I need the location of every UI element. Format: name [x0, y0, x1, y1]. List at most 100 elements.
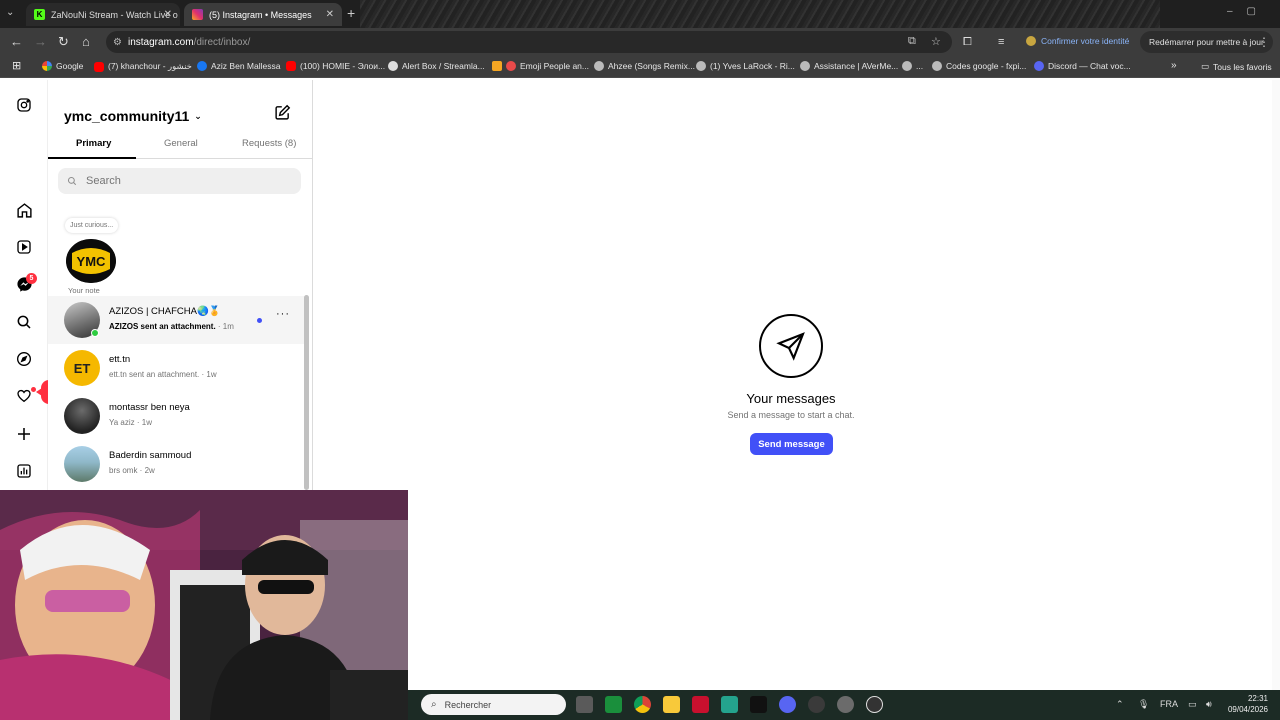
tray-chevron-icon[interactable]: ⌃ [1116, 699, 1124, 710]
globe-icon [594, 61, 604, 71]
your-note-label: Your note [68, 286, 100, 295]
restart-update-button[interactable]: Redémarrer pour mettre à jour [1140, 31, 1273, 53]
more-bookmarks-icon[interactable]: » [1171, 60, 1177, 71]
more-options-icon[interactable]: ··· [276, 308, 290, 320]
bookmark-star-icon[interactable]: ☆ [931, 35, 941, 48]
new-tab-icon[interactable]: + [347, 5, 355, 21]
network-icon[interactable]: ▭ [1188, 699, 1197, 710]
file-explorer-icon[interactable] [663, 696, 680, 713]
conversation-name: AZIZOS | CHAFCHA🌏🏅 [109, 306, 221, 317]
bookmark-emoji[interactable]: Emoji People an... [492, 61, 589, 71]
instagram-favicon-icon [192, 9, 203, 20]
page-scrollbar[interactable] [1272, 80, 1280, 690]
explore-compass-icon[interactable] [14, 349, 34, 369]
extensions-icon[interactable]: ⧠ [963, 34, 972, 50]
webcam-overlay [0, 490, 408, 720]
note-bubble[interactable]: Just curious... [65, 218, 119, 233]
online-status-dot [91, 329, 99, 337]
bookmark-ahzee[interactable]: Ahzee (Songs Remix... [594, 61, 695, 71]
acrobat-icon[interactable] [692, 696, 709, 713]
taskbar-search-placeholder: Rechercher [444, 699, 492, 710]
bookmark-streamlabs[interactable]: Alert Box / Streamla... [388, 61, 485, 71]
discord-icon[interactable] [779, 696, 796, 713]
settings-gear-icon[interactable] [837, 696, 854, 713]
close-tab-icon[interactable]: ✕ [326, 9, 334, 20]
tab-primary[interactable]: Primary [76, 138, 111, 149]
folder-icon: ▭ [1201, 61, 1210, 71]
chrome-icon[interactable] [634, 696, 651, 713]
install-app-icon[interactable]: ⧉ [908, 35, 916, 48]
conversation-name: montassr ben neya [109, 402, 190, 413]
active-tab-underline [48, 157, 136, 159]
language-indicator[interactable]: FRA [1160, 699, 1178, 709]
search-box[interactable] [58, 168, 301, 194]
inbox-scrollbar[interactable] [304, 295, 309, 490]
steam-icon[interactable] [750, 696, 767, 713]
tab-strip-background [360, 0, 1160, 28]
search-input[interactable] [86, 175, 276, 187]
back-arrow-icon[interactable]: ← [10, 34, 23, 50]
search-icon [67, 176, 77, 186]
profile-identity-prompt[interactable]: Confirmer votre identité [1026, 36, 1129, 46]
apps-grid-icon[interactable]: ⊞ [12, 59, 21, 72]
system-clock[interactable]: 22:31 09/04/2026 [1228, 693, 1268, 715]
instagram-logo-icon[interactable] [14, 95, 34, 115]
conversation-item[interactable]: AZIZOS | CHAFCHA🌏🏅 AZIZOS sent an attach… [48, 296, 306, 344]
clock-time: 22:31 [1247, 694, 1268, 703]
tab-title: ZaNouNi Stream - Watch Live o [51, 9, 178, 20]
browser-tab-strip: ⌄ K ZaNouNi Stream - Watch Live o ✕ (5) … [0, 0, 1280, 28]
create-plus-icon[interactable] [14, 424, 34, 444]
bookmark-youtube-homie[interactable]: (100) HOMIE - Элои... [286, 61, 385, 71]
chevron-down-icon: ⌄ [194, 110, 202, 121]
search-icon[interactable] [14, 312, 34, 332]
home-icon[interactable]: ⌂ [82, 34, 90, 50]
new-message-compose-icon[interactable] [274, 104, 292, 122]
forward-arrow-icon[interactable]: → [34, 34, 47, 50]
bookmark-google[interactable]: Google [42, 61, 83, 71]
bookmark-codes-google[interactable]: Codes google - fxpi... [932, 61, 1026, 71]
app-icon[interactable] [605, 696, 622, 713]
conversation-item[interactable]: ET ett.tn ett.tn sent an attachment. · 1… [48, 344, 306, 392]
bookmark-facebook-aziz[interactable]: Aziz Ben Mallessa [197, 61, 280, 71]
facebook-icon [197, 61, 207, 71]
dashboard-icon[interactable] [14, 461, 34, 481]
note-avatar[interactable]: YMC [66, 239, 116, 283]
window-controls[interactable]: –▢ [1227, 6, 1270, 17]
send-message-button[interactable]: Send message [750, 433, 833, 455]
tab-zanouni-stream[interactable]: K ZaNouNi Stream - Watch Live o ✕ [26, 3, 180, 26]
browser-toolbar: ← → ↻ ⌂ ⚙ instagram.com/direct/inbox/ ⧉ … [0, 28, 1280, 56]
conversation-item[interactable]: Baderdin sammoud brs omk · 2w [48, 440, 306, 488]
media-player-icon[interactable] [866, 696, 883, 713]
conversation-item[interactable]: montassr ben neya Ya aziz · 1w [48, 392, 306, 440]
bookmark-youtube-khanchour[interactable]: (7) khanchour - خنشور [94, 61, 192, 72]
tab-requests[interactable]: Requests (8) [242, 138, 296, 149]
app-icon[interactable] [721, 696, 738, 713]
reels-icon[interactable] [14, 237, 34, 257]
bookmark-untitled[interactable]: ... [902, 61, 923, 71]
globe-icon [932, 61, 942, 71]
bookmarks-bar: ⊞ Google (7) khanchour - خنشور Aziz Ben … [0, 56, 1280, 78]
app-icon[interactable] [808, 696, 825, 713]
microphone-icon[interactable]: 🎙︎ [1138, 699, 1149, 710]
close-tab-icon[interactable]: ✕ [164, 9, 172, 20]
site-info-icon[interactable]: ⚙ [113, 37, 122, 48]
tab-general[interactable]: General [164, 138, 198, 149]
bookmark-discord[interactable]: Discord — Chat voc... [1034, 61, 1131, 71]
bookmark-yves-larock[interactable]: (1) Yves LaRock - Ri... [696, 61, 795, 71]
inbox-panel: ymc_community11 ⌄ Primary General Reques… [48, 80, 313, 490]
browser-menu-icon[interactable]: ⋮ [1258, 35, 1270, 49]
task-view-icon[interactable] [576, 696, 593, 713]
emoji-red-icon [506, 61, 516, 71]
media-controls-icon[interactable]: ≡ [998, 34, 1004, 50]
tab-instagram-messages[interactable]: (5) Instagram • Messages ✕ [184, 3, 342, 26]
all-bookmarks-folder[interactable]: ▭ Tous les favoris [1201, 61, 1272, 72]
volume-icon[interactable]: 🔊︎ [1206, 699, 1212, 710]
tab-search-chevron-icon[interactable]: ⌄ [6, 7, 14, 18]
bookmark-avermedia[interactable]: Assistance | AVerMe... [800, 61, 898, 71]
avatar: ET [64, 350, 100, 386]
reload-icon[interactable]: ↻ [58, 34, 69, 50]
taskbar-search[interactable]: ⌕ Rechercher [421, 694, 566, 715]
address-bar[interactable]: ⚙ instagram.com/direct/inbox/ ⧉ ☆ [106, 31, 952, 53]
account-switcher[interactable]: ymc_community11 ⌄ [64, 108, 202, 124]
home-icon[interactable] [14, 200, 34, 220]
